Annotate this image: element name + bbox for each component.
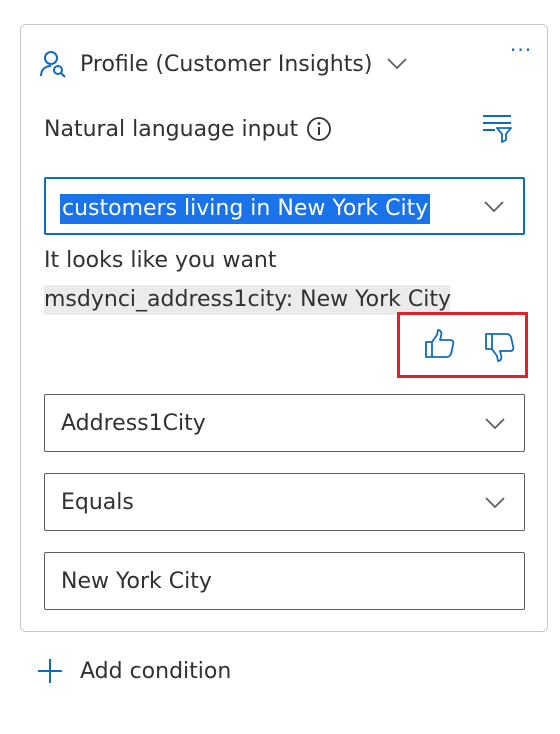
chevron-down-icon[interactable]: [386, 57, 408, 71]
info-icon[interactable]: [306, 116, 332, 142]
natural-language-input[interactable]: customers living in New York City: [44, 177, 525, 235]
add-icon: [38, 659, 62, 683]
suggestion-expression: msdynci_address1city: New York City: [44, 285, 451, 315]
value-input[interactable]: New York City: [44, 552, 525, 610]
natural-language-label-row: Natural language input: [44, 112, 332, 146]
filter-icon[interactable]: [480, 110, 514, 144]
suggestion-intro: It looks like you want: [44, 248, 277, 273]
attribute-dropdown[interactable]: Address1City: [44, 394, 525, 452]
person-search-icon: [40, 51, 66, 78]
entity-title: Profile (Customer Insights): [80, 51, 373, 77]
attribute-value: Address1City: [61, 411, 206, 436]
operator-dropdown[interactable]: Equals: [44, 473, 525, 531]
natural-language-input-value[interactable]: customers living in New York City: [60, 194, 431, 224]
operator-value: Equals: [61, 490, 134, 515]
add-condition-button[interactable]: Add condition: [36, 652, 231, 690]
add-condition-label: Add condition: [80, 658, 232, 684]
chevron-down-icon[interactable]: [484, 496, 506, 510]
natural-language-label: Natural language input: [44, 116, 299, 142]
chevron-down-icon[interactable]: [484, 417, 506, 431]
entity-header[interactable]: Profile (Customer Insights): [38, 44, 408, 84]
thumbs-down-icon[interactable]: [482, 330, 516, 364]
more-options-icon[interactable]: ···: [510, 40, 536, 64]
thumbs-up-icon[interactable]: [422, 327, 456, 361]
chevron-down-icon[interactable]: [483, 200, 505, 214]
value-text[interactable]: New York City: [61, 567, 212, 597]
